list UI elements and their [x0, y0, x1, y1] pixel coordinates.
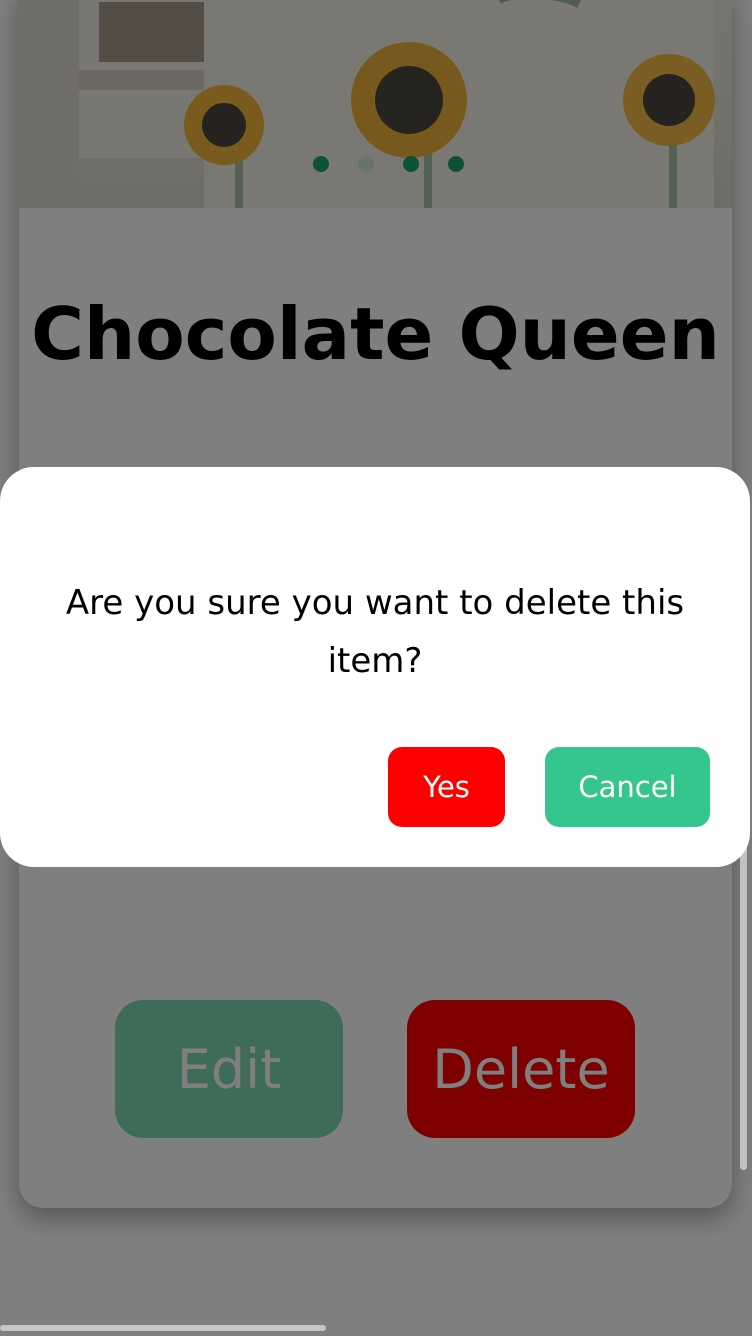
delete-confirm-dialog: Are you sure you want to delete this ite…	[0, 467, 750, 867]
dialog-message: Are you sure you want to delete this ite…	[65, 583, 685, 681]
horizontal-scrollbar[interactable]	[0, 1325, 326, 1331]
yes-button[interactable]: Yes	[388, 747, 505, 827]
cancel-button[interactable]: Cancel	[545, 747, 710, 827]
